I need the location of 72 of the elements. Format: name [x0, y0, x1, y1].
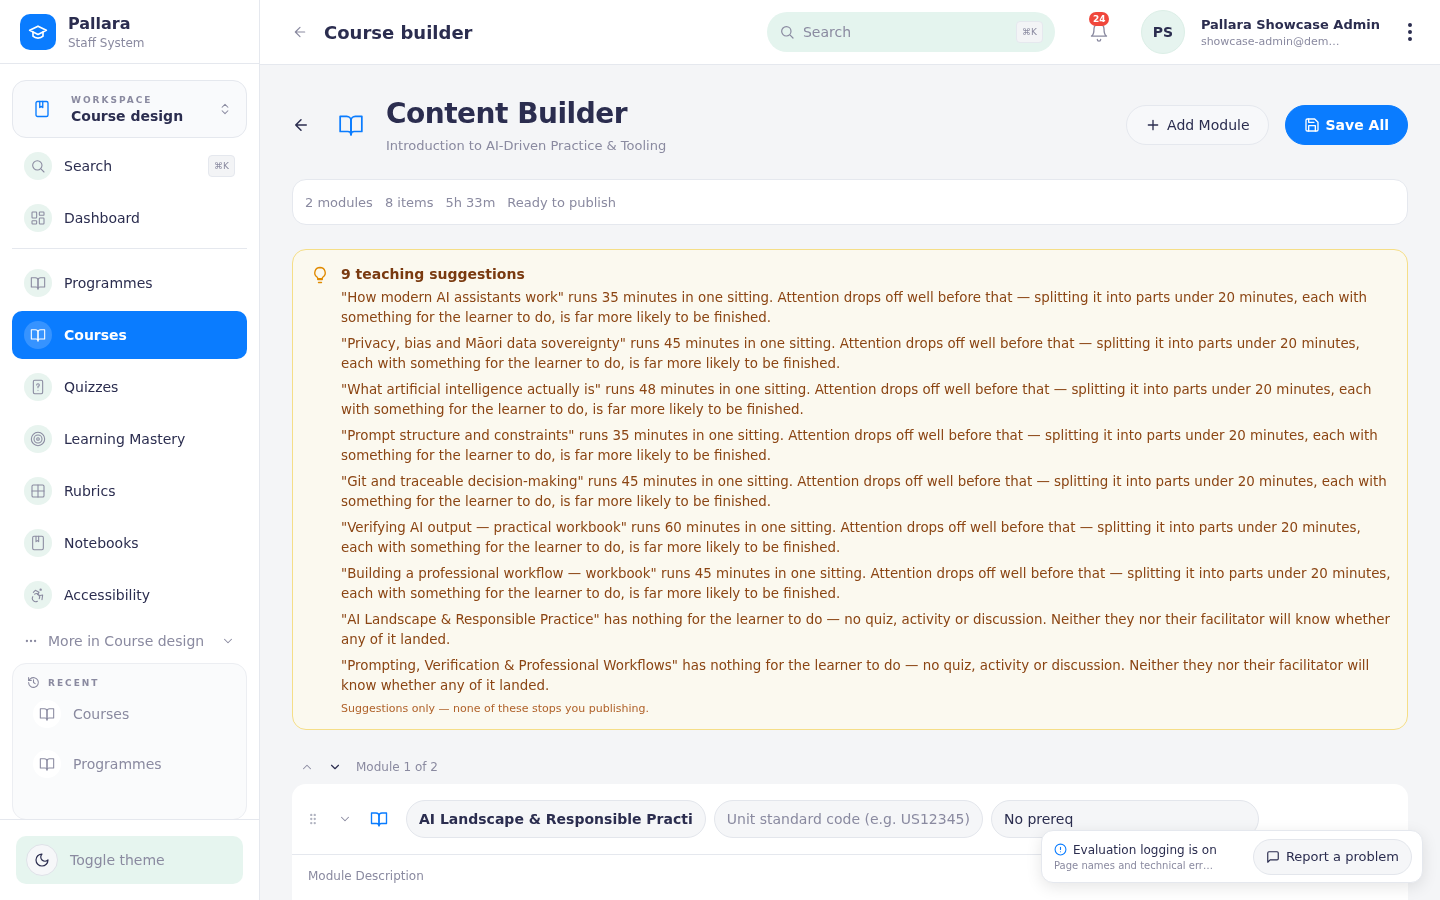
suggestion-text: "AI Landscape & Responsible Practice" has nothing for the learner to do — no quiz, activity or discussion. Neither they nor their facilitator will know whether any of it landed.: [341, 611, 1391, 649]
workspace-name: Course design: [71, 107, 185, 124]
suggestion-text: "How modern AI assistants work" runs 35 minutes in one sitting. Attention drops off well before that — splitting it into parts under 20 minutes, each with something for the learner to do, is far more likely to be finished.: [341, 289, 1368, 327]
stat-text: 5h 33m: [445, 194, 496, 210]
moon-icon: [34, 852, 50, 868]
history-icon: [27, 676, 40, 689]
page-title: Course builder: [324, 21, 474, 43]
app-subtitle: Staff System: [68, 35, 145, 50]
search-icon: [30, 158, 46, 174]
add-button[interactable]: Add Module: [1126, 105, 1269, 145]
sidebar-item[interactable]: Notebooks: [12, 519, 247, 567]
report-button[interactable]: Report a problem: [1252, 838, 1412, 875]
book-icon: [30, 327, 46, 343]
suggestion-text: "Prompt structure and constraints" runs 35 minutes in one sitting. Attention drops off well before that — splitting it into parts under 20 minutes, each with something for the learner to do, is far more likely to be finished.: [341, 427, 1379, 465]
module-title-field[interactable]: AI Landscape & Responsible Practi: [406, 800, 706, 838]
lightbulb-icon: [311, 266, 329, 284]
book-icon: [30, 275, 46, 291]
book-icon: [338, 112, 364, 138]
suggestion-text: "Building a professional workflow — workbook" runs 45 minutes in one sitting. Attention drops off well before that — splitting it into parts under 20 minutes, each with something for the learner to do, is far more likely to be finished.: [341, 565, 1391, 603]
content-title: Content Builder: [386, 97, 629, 130]
course-subtitle: Introduction to AI-Driven Practice & Tooling: [386, 138, 668, 153]
suggestion-text: "Verifying AI output — practical workbook" runs 60 minutes in one sitting. Attention drops off well before that — splitting it into parts under 20 minutes, each with something for the learner to do, is far more likely to be finished.: [341, 519, 1362, 557]
sidebar-item[interactable]: Dashboard: [12, 194, 247, 242]
message-icon: [1265, 849, 1280, 864]
module-description-label: Module Description: [308, 869, 424, 883]
notebook-icon: [30, 535, 46, 551]
save-icon: [1303, 117, 1320, 133]
sidebar-search[interactable]: Search ⌘K: [12, 142, 247, 190]
user-email: showcase-admin@dem…: [1200, 34, 1341, 48]
sidebar-item[interactable]: Learning Mastery: [12, 415, 247, 463]
shortcut-hint: ⌘K: [208, 155, 235, 177]
table-icon: [30, 483, 46, 499]
more-label: More in Course design: [48, 633, 206, 649]
sidebar-item[interactable]: Rubrics: [12, 467, 247, 515]
suggestions-note: Suggestions only — none of these stops you publishing.: [341, 702, 650, 715]
back-arrow-icon: [292, 24, 308, 40]
book-icon: [39, 756, 55, 772]
suggestion-text: "Privacy, bias and Māori data sovereignty" runs 45 minutes in one sitting. Attention drops off well before that — splitting it into parts under 20 minutes, each with something for the learner to do, is far more likely to be finished.: [341, 335, 1361, 373]
user-name: Pallara Showcase Admin: [1200, 16, 1380, 32]
user-avatar[interactable]: PS: [1140, 10, 1185, 54]
document-icon: [30, 379, 46, 395]
grid-icon: [30, 210, 46, 226]
search-icon: [778, 24, 795, 40]
sidebar-item[interactable]: Quizzes: [12, 363, 247, 411]
suggestion-text: "Git and traceable decision-making" runs 45 minutes in one sitting. Attention drops off well before that — splitting it into parts under 20 minutes, each with something for the learner to do, is far more likely to be finished.: [341, 473, 1388, 511]
notification-badge: 24: [1088, 12, 1110, 26]
sidebar-item[interactable]: Accessibility: [12, 571, 247, 619]
sidebar-item[interactable]: Courses: [12, 311, 247, 359]
accessibility-icon: [30, 587, 46, 603]
back-arrow-icon: [292, 116, 310, 134]
stat-text: 2 modules: [305, 194, 373, 210]
info-icon: [1054, 843, 1067, 856]
book-icon: [370, 810, 388, 828]
more-vertical-icon: [1408, 23, 1412, 41]
suggestions-title: 9 teaching suggestions: [341, 266, 526, 282]
sidebar-item[interactable]: Programmes: [12, 259, 247, 307]
workspace-switcher[interactable]: WORKSPACE Course design: [12, 80, 247, 138]
workspace-label: WORKSPACE: [71, 94, 154, 105]
target-icon: [30, 431, 46, 447]
shortcut-hint: ⌘K: [1016, 21, 1043, 43]
toast-title: Evaluation logging is on: [1073, 842, 1217, 857]
suggestion-text: "What artificial intelligence actually is" runs 48 minutes in one sitting. Attention drops off well before that — splitting it into parts under 20 minutes, each with something for the learner to do, is far more likely to be finished.: [341, 381, 1373, 419]
suggestion-text: "Prompting, Verification & Professional Workflows" has nothing for the learner to do — no quiz, activity or discussion. Neither they nor their facilitator will know whether any of it landed.: [341, 657, 1371, 695]
toast-text: Page names and technical err…: [1054, 859, 1214, 871]
module-position: Module 1 of 2: [356, 760, 438, 774]
save-button[interactable]: Save All: [1284, 105, 1408, 145]
stat-text: 8 items: [384, 194, 434, 210]
book-icon: [39, 706, 55, 722]
app-name: Pallara: [68, 13, 132, 33]
stat-text: Ready to publish: [507, 194, 616, 210]
recent-label: RECENT: [48, 677, 100, 688]
notebook-icon: [33, 100, 51, 118]
